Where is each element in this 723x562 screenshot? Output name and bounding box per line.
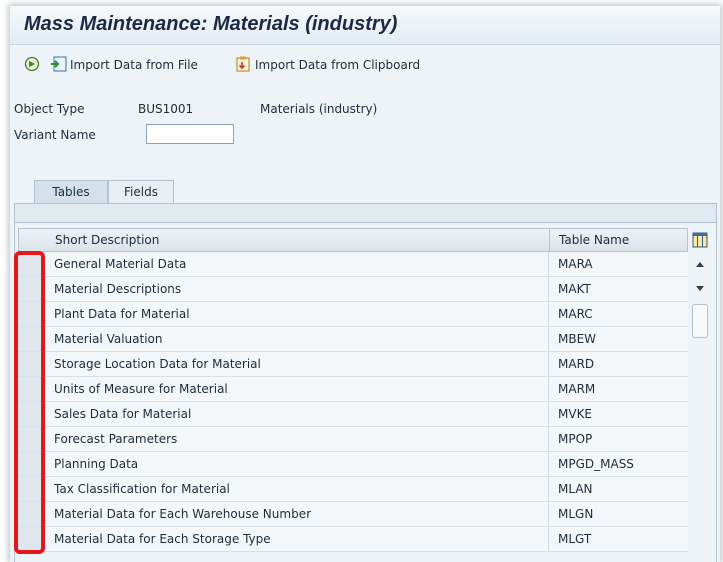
panel-header-strip bbox=[14, 203, 717, 223]
row-short-description: Tax Classification for Material bbox=[54, 482, 230, 496]
execute-icon[interactable] bbox=[24, 56, 40, 72]
column-header-short-description[interactable]: Short Description bbox=[55, 233, 159, 247]
toolbar: Import Data from File Import Data from C… bbox=[10, 54, 720, 78]
row-short-description: Sales Data for Material bbox=[54, 407, 192, 421]
table-row[interactable]: Material Data for Each Storage Type MLGT bbox=[18, 527, 688, 552]
table-row[interactable]: Forecast Parameters MPOP bbox=[18, 427, 688, 452]
table-row[interactable]: Material Valuation MBEW bbox=[18, 327, 688, 352]
import-file-icon[interactable] bbox=[50, 56, 68, 72]
row-short-description: General Material Data bbox=[54, 257, 187, 271]
column-layout-icon[interactable] bbox=[692, 232, 708, 248]
table-header: Short Description Table Name bbox=[18, 228, 688, 252]
title-bar: Mass Maintenance: Materials (industry) bbox=[10, 6, 720, 45]
row-table-name: MARC bbox=[558, 307, 593, 321]
row-short-description: Material Data for Each Warehouse Number bbox=[54, 507, 312, 521]
table-row[interactable]: Planning Data MPGD_MASS bbox=[18, 452, 688, 477]
window-title: Mass Maintenance: Materials (industry) bbox=[24, 13, 398, 35]
table-row[interactable]: Material Data for Each Warehouse Number M… bbox=[18, 502, 688, 527]
row-short-description: Forecast Parameters bbox=[54, 432, 178, 446]
table-row[interactable]: Units of Measure for Material MARM bbox=[18, 377, 688, 402]
object-type-label: Object Type bbox=[14, 102, 85, 116]
row-table-name: MPOP bbox=[558, 432, 593, 446]
row-short-description: Material Valuation bbox=[54, 332, 163, 346]
row-table-name: MARA bbox=[558, 257, 593, 271]
row-table-name: MARM bbox=[558, 382, 596, 396]
row-table-name: MLGN bbox=[558, 507, 594, 521]
table-row[interactable]: Plant Data for Material MARC bbox=[18, 302, 688, 327]
row-table-name: MLAN bbox=[558, 482, 593, 496]
scroll-down-arrow-icon[interactable] bbox=[696, 286, 704, 291]
variant-name-label: Variant Name bbox=[14, 128, 96, 142]
mass-maintenance-window: Mass Maintenance: Materials (industry) I… bbox=[10, 6, 720, 562]
row-short-description: Storage Location Data for Material bbox=[54, 357, 261, 371]
table-row[interactable]: General Material Data MARA bbox=[18, 252, 688, 277]
table-row[interactable]: Storage Location Data for Material MARD bbox=[18, 352, 688, 377]
table-side-controls bbox=[690, 228, 714, 558]
selection-column-highlight bbox=[14, 251, 45, 554]
column-header-table-name[interactable]: Table Name bbox=[559, 233, 629, 247]
row-table-name: MPGD_MASS bbox=[558, 457, 634, 471]
row-table-name: MARD bbox=[558, 357, 595, 371]
tab-tables[interactable]: Tables bbox=[34, 180, 108, 204]
import-clipboard-label[interactable]: Import Data from Clipboard bbox=[255, 58, 420, 72]
row-table-name: MAKT bbox=[558, 282, 591, 296]
scrollbar-thumb[interactable] bbox=[692, 304, 708, 338]
table-row[interactable]: Material Descriptions MAKT bbox=[18, 277, 688, 302]
row-short-description: Plant Data for Material bbox=[54, 307, 190, 321]
row-table-name: MVKE bbox=[558, 407, 593, 421]
row-table-name: MLGT bbox=[558, 532, 592, 546]
table-row[interactable]: Tax Classification for Material MLAN bbox=[18, 477, 688, 502]
object-type-description: Materials (industry) bbox=[260, 102, 378, 116]
row-short-description: Material Data for Each Storage Type bbox=[54, 532, 271, 546]
table-row[interactable]: Sales Data for Material MVKE bbox=[18, 402, 688, 427]
row-table-name: MBEW bbox=[558, 332, 597, 346]
scroll-up-arrow-icon[interactable] bbox=[696, 262, 704, 267]
import-file-label[interactable]: Import Data from File bbox=[70, 58, 198, 72]
object-type-value: BUS1001 bbox=[138, 102, 194, 116]
variant-name-input[interactable] bbox=[146, 124, 234, 144]
import-clipboard-icon[interactable] bbox=[234, 56, 252, 72]
row-short-description: Material Descriptions bbox=[54, 282, 182, 296]
row-short-description: Units of Measure for Material bbox=[54, 382, 228, 396]
row-short-description: Planning Data bbox=[54, 457, 139, 471]
tab-fields[interactable]: Fields bbox=[108, 180, 174, 204]
